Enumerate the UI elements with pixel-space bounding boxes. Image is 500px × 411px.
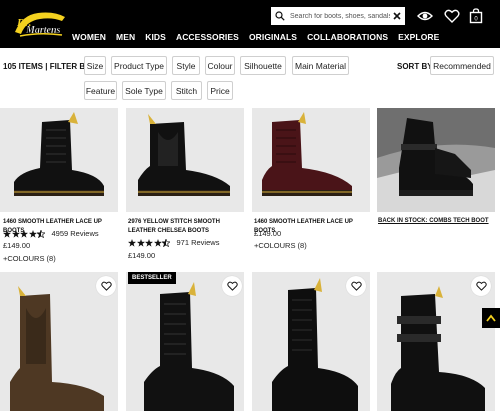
product-image[interactable] <box>0 108 118 212</box>
product-image[interactable] <box>252 108 370 212</box>
nav-originals[interactable]: ORIGINALS <box>249 32 297 42</box>
nav-kids[interactable]: KIDS <box>145 32 166 42</box>
product-price: £149.00 <box>254 229 282 238</box>
sort-by-label: SORT BY: <box>397 62 435 71</box>
search-icon <box>275 11 285 21</box>
nav-collaborations[interactable]: COLLABORATIONS <box>307 32 388 42</box>
product-title[interactable]: 2976 YELLOW STITCH SMOOTH LEATHER CHELSE… <box>128 218 243 235</box>
product-price: £149.00 <box>3 241 31 250</box>
review-count[interactable]: 4959 Reviews <box>52 229 99 238</box>
filter-feature[interactable]: Feature <box>84 81 117 100</box>
more-colours-link[interactable]: +COLOURS (8) <box>3 254 56 263</box>
wishlist-button[interactable] <box>96 276 116 296</box>
rating-stars: 4959 Reviews <box>3 229 99 238</box>
eye-icon[interactable] <box>417 8 433 24</box>
nav-men[interactable]: MEN <box>116 32 135 42</box>
chevron-up-icon <box>486 314 496 322</box>
nav-women[interactable]: WOMEN <box>72 32 106 42</box>
sort-dropdown[interactable]: Recommended <box>430 56 494 75</box>
heart-icon <box>475 281 487 291</box>
combs-tech-boots-image <box>377 108 495 212</box>
star-icon <box>20 229 28 238</box>
wishlist-button[interactable] <box>346 276 366 296</box>
search-input[interactable]: Search for boots, shoes, sandals and mor… <box>290 13 390 20</box>
filter-product-type[interactable]: Product Type <box>111 56 167 75</box>
star-icon <box>11 229 20 238</box>
review-count[interactable]: 971 Reviews <box>177 238 220 247</box>
boot-2976-chelsea-image <box>138 114 230 196</box>
site-header: Dr. Martens Search for boots, shoes, san… <box>0 0 500 48</box>
clear-search-icon[interactable] <box>393 12 401 20</box>
product-image[interactable] <box>126 108 244 212</box>
scroll-to-top-button[interactable] <box>482 308 500 328</box>
star-icon <box>145 238 153 247</box>
heart-icon <box>100 281 112 291</box>
filter-colour[interactable]: Colour <box>205 56 235 75</box>
filter-sole-type[interactable]: Sole Type <box>122 81 166 100</box>
search-bar[interactable]: Search for boots, shoes, sandals and mor… <box>271 7 405 25</box>
star-icon <box>128 238 136 247</box>
star-icon <box>3 229 11 238</box>
main-navigation: WOMEN MEN KIDS ACCESSORIES ORIGINALS COL… <box>72 32 449 42</box>
shopping-bag-icon[interactable]: 0 <box>468 8 484 24</box>
filter-main-material[interactable]: Main Material <box>292 56 349 75</box>
star-icon <box>136 238 145 247</box>
half-star-icon <box>162 238 170 247</box>
star-icon <box>28 229 37 238</box>
star-icon <box>153 238 162 247</box>
nav-explore[interactable]: EXPLORE <box>398 32 439 42</box>
rating-stars: 971 Reviews <box>128 238 219 247</box>
bestseller-badge: BESTSELLER <box>128 272 176 284</box>
heart-icon <box>350 281 362 291</box>
filter-silhouette[interactable]: Silhouette <box>240 56 286 75</box>
feature-image[interactable] <box>377 108 495 212</box>
svg-text:0: 0 <box>474 17 478 23</box>
filter-price[interactable]: Price <box>207 81 233 100</box>
dr-martens-logo[interactable]: Dr. Martens <box>12 7 68 39</box>
nav-accessories[interactable]: ACCESSORIES <box>176 32 239 42</box>
heart-icon <box>226 281 238 291</box>
filter-style[interactable]: Style <box>172 56 200 75</box>
more-colours-link[interactable]: +COLOURS (8) <box>254 241 307 250</box>
half-star-icon <box>37 229 45 238</box>
boot-1460-cherry-image <box>262 112 352 196</box>
product-price: £149.00 <box>128 251 156 260</box>
boot-1460-black-image <box>14 112 104 196</box>
wishlist-button[interactable] <box>222 276 242 296</box>
results-count: 105 ITEMS | FILTER BY: <box>3 62 93 71</box>
wishlist-heart-icon[interactable] <box>444 8 460 24</box>
filter-size[interactable]: Size <box>84 56 106 75</box>
filter-stitch[interactable]: Stitch <box>171 81 202 100</box>
feature-link[interactable]: BACK IN STOCK: COMBS TECH BOOT <box>378 218 489 224</box>
wishlist-button[interactable] <box>471 276 491 296</box>
